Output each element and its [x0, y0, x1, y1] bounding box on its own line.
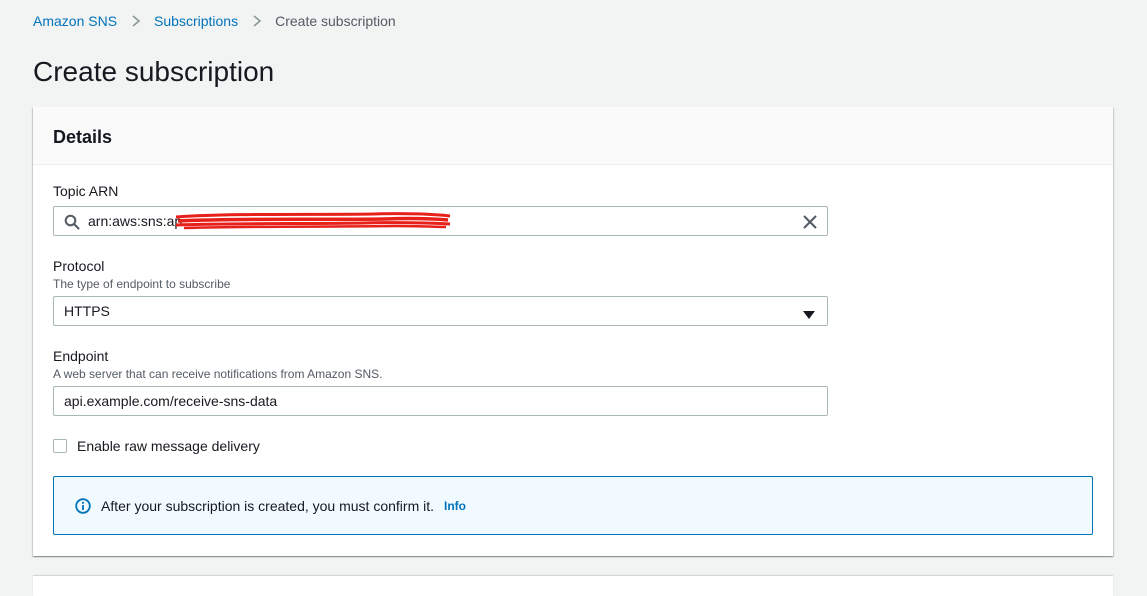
close-icon[interactable] [802, 214, 818, 230]
breadcrumb-subscriptions[interactable]: Subscriptions [154, 13, 238, 29]
protocol-description: The type of endpoint to subscribe [53, 277, 231, 291]
next-panel-edge [33, 576, 1113, 596]
alert-text: After your subscription is created, you … [101, 497, 435, 514]
details-panel-header: Details [33, 107, 1113, 165]
caret-down-icon [803, 307, 815, 319]
breadcrumb-current: Create subscription [275, 13, 396, 29]
endpoint-input[interactable]: api.example.com/receive-sns-data [53, 386, 828, 416]
endpoint-value: api.example.com/receive-sns-data [64, 393, 278, 409]
endpoint-description: A web server that can receive notificati… [53, 367, 383, 381]
endpoint-label: Endpoint [53, 348, 109, 364]
protocol-select[interactable]: HTTPS [53, 296, 828, 326]
protocol-label: Protocol [53, 258, 105, 274]
page-title: Create subscription [33, 56, 275, 87]
breadcrumb-amazon-sns[interactable]: Amazon SNS [33, 13, 117, 29]
topic-arn-label: Topic ARN [53, 183, 119, 199]
topic-arn-value: arn:aws:sns:ap [88, 213, 183, 229]
info-icon [75, 497, 91, 514]
chevron-right-icon [129, 14, 143, 28]
search-icon [64, 214, 80, 230]
details-panel: Details Topic ARN arn:aws:sns:ap Protoco… [33, 107, 1113, 556]
topic-arn-input[interactable]: arn:aws:sns:ap [53, 206, 828, 236]
raw-delivery-row: Enable raw message delivery [53, 437, 260, 455]
info-alert: After your subscription is created, you … [53, 476, 1093, 535]
raw-delivery-checkbox[interactable] [53, 439, 67, 453]
redaction-scribble [174, 211, 452, 231]
details-title: Details [53, 127, 113, 147]
raw-delivery-label[interactable]: Enable raw message delivery [77, 438, 260, 454]
chevron-right-icon [250, 14, 264, 28]
protocol-selected-value: HTTPS [64, 303, 110, 319]
breadcrumb: Amazon SNS Subscriptions Create subscrip… [33, 11, 396, 31]
info-link[interactable]: Info [444, 499, 466, 513]
